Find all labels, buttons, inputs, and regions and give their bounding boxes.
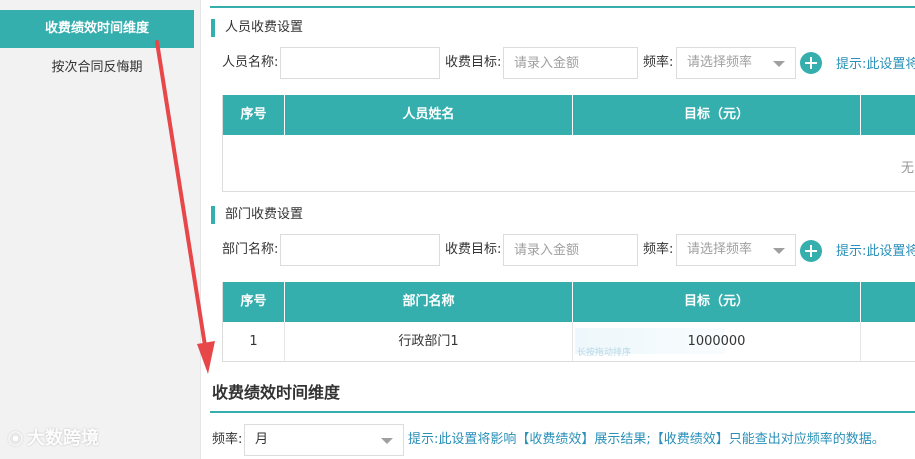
watermark-logo-icon: ⦿ xyxy=(8,430,24,448)
person-table-empty: 无 xyxy=(900,161,914,176)
person-name-input[interactable] xyxy=(280,47,440,79)
dept-target-label: 收费目标: xyxy=(445,242,502,257)
dept-freq-select[interactable]: 请选择频率 xyxy=(676,234,796,266)
person-target-label: 收费目标: xyxy=(445,55,502,70)
sidebar-item-contract-withdrawal[interactable]: 按次合同反悔期 xyxy=(0,49,194,87)
person-col-index: 序号 xyxy=(223,95,285,135)
dept-row-name: 行政部门1 xyxy=(285,322,573,361)
dept-freq-label: 频率: xyxy=(643,242,674,257)
dept-section-title: 部门收费设置 xyxy=(211,205,303,225)
chevron-down-icon xyxy=(773,61,785,67)
time-section-title: 收费绩效时间维度 xyxy=(212,383,341,402)
dept-add-button[interactable] xyxy=(800,240,822,262)
drag-hint: 长按拖动排序 xyxy=(577,348,632,358)
person-hint: 提示:此设置将 xyxy=(836,57,915,72)
person-col-name: 人员姓名 xyxy=(285,95,573,135)
dept-name-input[interactable] xyxy=(280,234,440,266)
time-freq-select[interactable]: 月 xyxy=(244,424,404,456)
person-freq-select[interactable]: 请选择频率 xyxy=(676,47,796,79)
chevron-down-icon xyxy=(381,438,393,444)
person-table-header: 序号 人员姓名 目标（元） xyxy=(223,95,915,135)
dept-row-index: 1 xyxy=(223,322,285,361)
dept-row-actions xyxy=(861,322,915,361)
time-hint: 提示:此设置将影响【收费绩效】展示结果;【收费绩效】只能查出对应频率的数据。 xyxy=(408,432,885,447)
table-row[interactable]: 1 行政部门1 长按拖动排序 1000000 xyxy=(223,322,915,362)
dept-col-name: 部门名称 xyxy=(285,282,573,322)
dept-table-header: 序号 部门名称 目标（元） xyxy=(223,282,915,322)
dept-col-index: 序号 xyxy=(223,282,285,322)
person-freq-placeholder: 请选择频率 xyxy=(687,55,753,70)
person-target-input[interactable] xyxy=(503,47,638,79)
watermark-text: 大数跨境 xyxy=(27,428,100,449)
chevron-down-icon xyxy=(773,248,785,254)
dept-col-actions xyxy=(861,282,915,322)
sidebar-item-time-dimension[interactable]: 收费绩效时间维度 xyxy=(0,10,194,48)
dept-row-target-cell: 长按拖动排序 1000000 xyxy=(573,322,861,361)
dept-row-target: 1000000 xyxy=(687,334,746,349)
dept-col-target: 目标（元） xyxy=(573,282,861,322)
dept-table: 序号 部门名称 目标（元） 1 行政部门1 长按拖动排序 1000000 xyxy=(222,282,915,362)
top-accent-bar xyxy=(210,6,915,8)
time-freq-value: 月 xyxy=(255,432,269,447)
person-freq-label: 频率: xyxy=(643,55,674,70)
watermark: ⦿ 大数跨境 xyxy=(8,424,99,450)
dept-target-input[interactable] xyxy=(503,234,638,266)
person-name-label: 人员名称: xyxy=(222,55,279,70)
person-add-button[interactable] xyxy=(800,52,822,74)
time-freq-label: 频率: xyxy=(212,432,243,447)
person-col-target: 目标（元） xyxy=(573,95,861,135)
sidebar-divider xyxy=(200,0,201,459)
time-section-rule xyxy=(210,411,915,413)
person-table: 序号 人员姓名 目标（元） 无 xyxy=(222,95,915,192)
dept-name-label: 部门名称: xyxy=(222,242,279,257)
person-col-actions xyxy=(861,95,915,135)
person-table-body: 无 xyxy=(223,135,915,192)
dept-freq-placeholder: 请选择频率 xyxy=(687,242,753,257)
person-section-title: 人员收费设置 xyxy=(211,18,303,38)
dept-hint: 提示:此设置将 xyxy=(836,244,915,259)
sidebar: 收费绩效时间维度 按次合同反悔期 ⦿ 大数跨境 xyxy=(0,0,200,459)
